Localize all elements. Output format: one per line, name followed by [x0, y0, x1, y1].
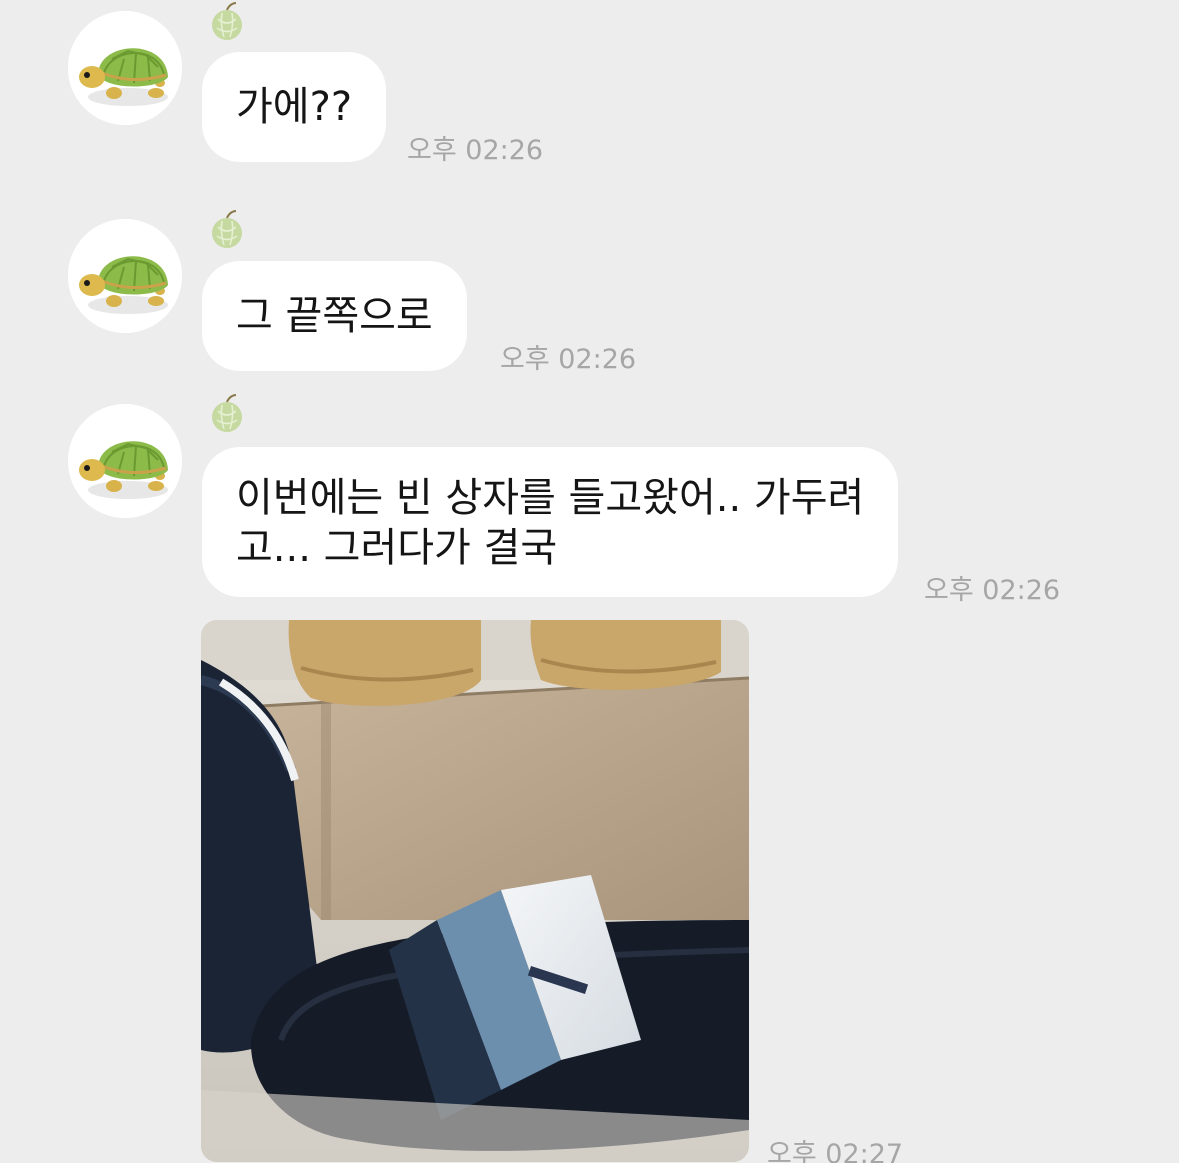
message-text: 그 끝쪽으로	[236, 293, 433, 339]
avatar[interactable]	[68, 219, 182, 333]
message-time: 오후 02:27	[767, 1139, 904, 1163]
avatar[interactable]	[68, 11, 182, 125]
melon-badge-icon	[206, 1, 248, 43]
sandals-photo	[201, 620, 749, 1162]
avatar[interactable]	[68, 404, 182, 518]
message-time: 오후 02:26	[500, 344, 637, 375]
message-text-line: 이번에는 빈 상자를 들고왔어.. 가두려	[236, 475, 865, 521]
message-bubble[interactable]: 가에??	[202, 52, 387, 162]
melon-badge-icon	[206, 209, 248, 251]
photo-message[interactable]	[201, 620, 749, 1162]
message-text: 가에??	[236, 84, 353, 130]
message-time: 오후 02:26	[407, 135, 544, 166]
message-time: 오후 02:26	[924, 575, 1061, 606]
message-bubble[interactable]: 이번에는 빈 상자를 들고왔어.. 가두려 고... 그러다가 결국	[202, 447, 899, 597]
melon-badge-icon	[206, 393, 248, 435]
message-text-line: 고... 그러다가 결국	[236, 525, 558, 571]
message-bubble[interactable]: 그 끝쪽으로	[202, 261, 467, 371]
